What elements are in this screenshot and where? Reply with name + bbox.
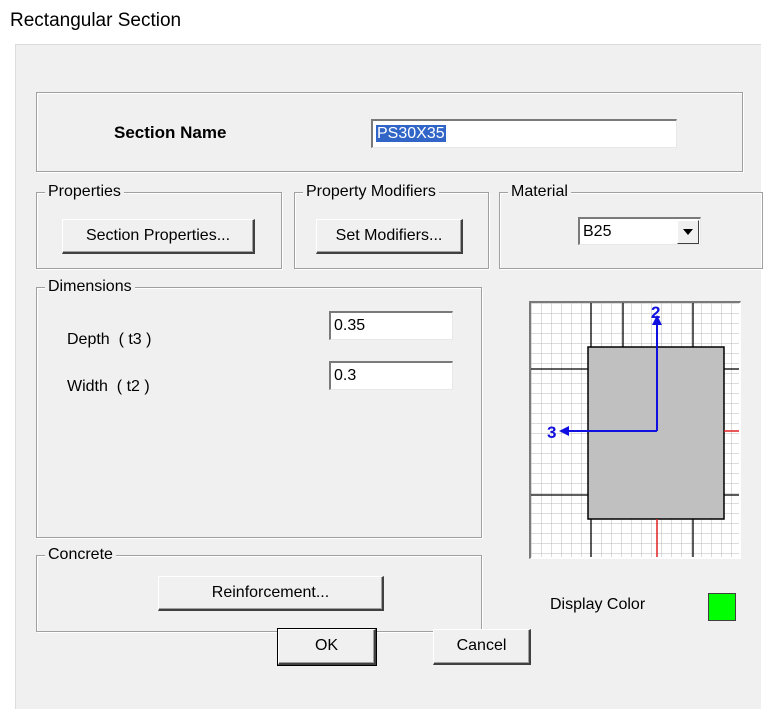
dialog-body: Section Name PS30X35 Properties Section … bbox=[15, 44, 763, 709]
concrete-legend: Concrete bbox=[45, 545, 116, 565]
axis-2-label: 2 bbox=[651, 303, 660, 322]
properties-legend: Properties bbox=[45, 182, 124, 202]
set-modifiers-button[interactable]: Set Modifiers... bbox=[316, 219, 463, 254]
depth-input[interactable]: 0.35 bbox=[329, 311, 453, 340]
section-name-group: Section Name PS30X35 bbox=[36, 92, 743, 172]
material-legend: Material bbox=[508, 182, 571, 202]
axis-3-label: 3 bbox=[547, 423, 556, 442]
window-title: Rectangular Section bbox=[10, 10, 182, 31]
title-bar: Rectangular Section bbox=[0, 0, 772, 44]
properties-group: Properties Section Properties... bbox=[36, 182, 282, 269]
cancel-button[interactable]: Cancel bbox=[433, 629, 531, 665]
material-dropdown-button[interactable] bbox=[677, 220, 699, 244]
section-preview: 2 3 bbox=[529, 301, 741, 559]
material-selected: B25 bbox=[583, 223, 612, 240]
ok-button[interactable]: OK bbox=[277, 628, 377, 666]
section-name-label: Section Name bbox=[114, 123, 227, 142]
reinforcement-button[interactable]: Reinforcement... bbox=[158, 576, 384, 611]
chevron-down-icon bbox=[683, 229, 693, 235]
material-group: Material B25 bbox=[499, 182, 763, 269]
width-label: Width ( t2 ) bbox=[67, 378, 150, 395]
dimensions-group: Dimensions Depth ( t3 ) 0.35 Width ( t2 … bbox=[36, 277, 482, 538]
depth-label: Depth ( t3 ) bbox=[67, 331, 152, 348]
section-properties-button[interactable]: Section Properties... bbox=[62, 219, 255, 254]
display-color-label: Display Color bbox=[550, 596, 646, 613]
width-input[interactable]: 0.3 bbox=[329, 361, 453, 390]
property-modifiers-group: Property Modifiers Set Modifiers... bbox=[294, 182, 489, 269]
concrete-group: Concrete Reinforcement... bbox=[36, 545, 482, 632]
dimensions-legend: Dimensions bbox=[45, 277, 135, 297]
property-modifiers-legend: Property Modifiers bbox=[303, 182, 439, 202]
material-select[interactable]: B25 bbox=[578, 217, 701, 245]
display-color-swatch[interactable] bbox=[708, 593, 736, 621]
section-name-input[interactable]: PS30X35 bbox=[371, 119, 677, 148]
section-preview-canvas: 2 3 bbox=[531, 303, 739, 557]
section-name-value: PS30X35 bbox=[376, 125, 446, 142]
